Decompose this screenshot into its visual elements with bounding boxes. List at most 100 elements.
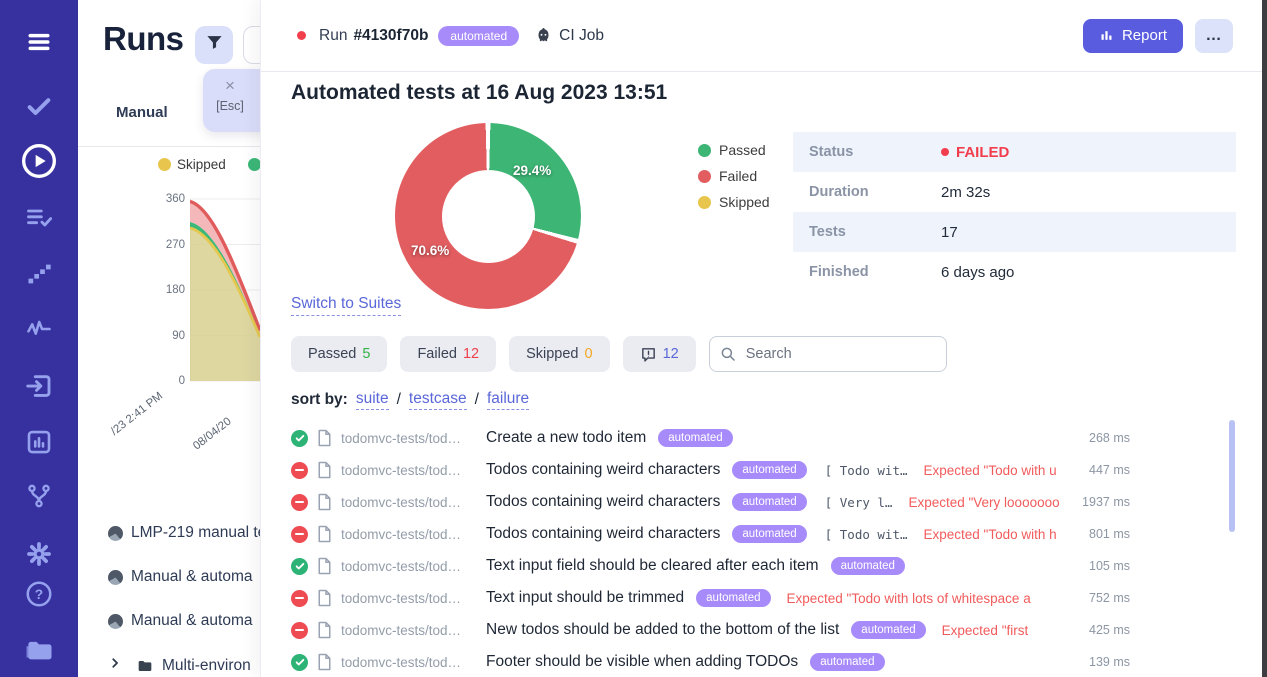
- test-title: Todos containing weird characters: [486, 493, 720, 511]
- run-status-dot: [297, 31, 306, 40]
- test-path: todomvc-tests/tod…: [341, 527, 479, 542]
- menu-icon[interactable]: [0, 28, 78, 56]
- test-path: todomvc-tests/tod…: [341, 591, 479, 606]
- test-title: Text input field should be cleared after…: [486, 557, 819, 575]
- chip-label: Failed: [417, 346, 457, 362]
- sort-by-suite-link[interactable]: suite: [356, 390, 389, 410]
- project-label: Manual & automa: [131, 568, 253, 586]
- test-path: todomvc-tests/tod…: [341, 655, 479, 670]
- test-error: Expected "Todo with lots of whitespace a: [787, 591, 1031, 606]
- list-item-project[interactable]: Manual & automa: [108, 612, 253, 630]
- test-error: Expected "Very looooooo: [908, 495, 1059, 510]
- separator: /: [475, 391, 479, 409]
- chevron-right-icon[interactable]: [108, 656, 122, 675]
- legend-item-failed: Failed: [698, 168, 770, 184]
- report-button[interactable]: Report: [1083, 19, 1183, 53]
- help-icon[interactable]: ?: [0, 579, 78, 609]
- folder-icon[interactable]: [0, 635, 78, 665]
- tab-manual[interactable]: Manual: [116, 104, 168, 121]
- test-path: todomvc-tests/tod…: [341, 559, 479, 574]
- import-icon[interactable]: [0, 371, 78, 401]
- test-row[interactable]: todomvc-tests/tod… Footer should be visi…: [291, 646, 1236, 677]
- steps-icon[interactable]: [0, 260, 78, 288]
- y-tick: 90: [155, 330, 185, 342]
- report-label: Report: [1122, 27, 1167, 44]
- search-input[interactable]: [709, 336, 947, 372]
- donut-failed-label: 70.6%: [411, 243, 449, 258]
- filter-skipped-button[interactable]: Skipped 0: [509, 336, 609, 372]
- filter-failed-button[interactable]: Failed 12: [400, 336, 496, 372]
- automated-badge: automated: [851, 621, 925, 639]
- legend-item-skipped: Skipped: [698, 194, 770, 210]
- test-tag: [ Very l…: [825, 495, 893, 510]
- automated-badge: automated: [658, 429, 732, 447]
- file-icon: [317, 589, 332, 607]
- stat-label: Tests: [793, 224, 941, 240]
- stat-row-finished: Finished 6 days ago: [793, 252, 1236, 292]
- test-duration: 425 ms: [1068, 623, 1130, 637]
- more-actions-button[interactable]: …: [1195, 19, 1233, 53]
- window-scrollbar-track[interactable]: [1262, 0, 1267, 677]
- legend-label: Passed: [719, 142, 766, 158]
- chip-count: 0: [585, 346, 593, 362]
- list-scrollbar-thumb[interactable]: [1229, 420, 1235, 532]
- test-row[interactable]: todomvc-tests/tod… Text input should be …: [291, 582, 1236, 614]
- filter-button[interactable]: [195, 26, 233, 64]
- sort-by-failure-link[interactable]: failure: [487, 390, 529, 410]
- sort-by-testcase-link[interactable]: testcase: [409, 390, 467, 410]
- chart-square-icon[interactable]: [0, 427, 78, 457]
- ci-job[interactable]: CI Job: [535, 27, 604, 45]
- close-icon[interactable]: ×: [203, 76, 257, 96]
- list-item-folder[interactable]: Multi-environ: [108, 656, 251, 675]
- test-row[interactable]: todomvc-tests/tod… Todos containing weir…: [291, 518, 1236, 550]
- passed-check-icon: [291, 654, 308, 671]
- run-title: Automated tests at 16 Aug 2023 13:51: [291, 81, 667, 105]
- trend-area-chart[interactable]: [190, 195, 260, 385]
- folder-icon: [136, 658, 154, 674]
- chip-label: Skipped: [526, 346, 578, 362]
- stat-label: Finished: [793, 264, 941, 280]
- page-title: Runs: [103, 20, 184, 58]
- y-tick: 270: [155, 239, 185, 251]
- passed-dot: [698, 144, 711, 157]
- test-path: todomvc-tests/tod…: [341, 623, 479, 638]
- test-title: Footer should be visible when adding TOD…: [486, 653, 798, 671]
- gear-icon[interactable]: [0, 539, 78, 569]
- play-circle-icon[interactable]: [0, 141, 78, 181]
- search-icon: [719, 345, 737, 368]
- run-detail-panel: Run #4130f70b automated CI Job Report … …: [260, 0, 1267, 677]
- test-list: todomvc-tests/tod… Create a new todo ite…: [291, 422, 1236, 677]
- filter-passed-button[interactable]: Passed 5: [291, 336, 387, 372]
- runs-panel: Runs × [Esc] Manual Skipped Passed 360 2…: [78, 0, 260, 677]
- file-icon: [317, 493, 332, 511]
- filter-comments-button[interactable]: 12: [623, 336, 696, 372]
- test-row[interactable]: todomvc-tests/tod… Create a new todo ite…: [291, 422, 1236, 454]
- run-id: #4130f70b: [353, 27, 428, 45]
- list-item-project[interactable]: LMP-219 manual te: [108, 524, 266, 542]
- file-icon: [317, 621, 332, 639]
- test-row[interactable]: todomvc-tests/tod… Todos containing weir…: [291, 454, 1236, 486]
- project-label: Manual & automa: [131, 612, 253, 630]
- test-row[interactable]: todomvc-tests/tod… Text input field shou…: [291, 550, 1236, 582]
- test-duration: 105 ms: [1068, 559, 1130, 573]
- test-row[interactable]: todomvc-tests/tod… New todos should be a…: [291, 614, 1236, 646]
- y-tick: 180: [155, 284, 185, 296]
- stat-value: 6 days ago: [941, 264, 1014, 281]
- results-donut-chart[interactable]: [395, 123, 581, 309]
- skipped-dot: [698, 196, 711, 209]
- donut-passed-label: 29.4%: [513, 163, 551, 178]
- list-check-icon[interactable]: [0, 204, 78, 232]
- list-item-project[interactable]: Manual & automa: [108, 568, 253, 586]
- run-header: Run #4130f70b automated CI Job Report …: [261, 0, 1267, 72]
- test-row[interactable]: todomvc-tests/tod… Todos containing weir…: [291, 486, 1236, 518]
- pie-chart-icon: [108, 526, 123, 541]
- check-icon[interactable]: [0, 92, 78, 120]
- chip-count: 12: [463, 346, 479, 362]
- test-duration: 1937 ms: [1068, 495, 1130, 509]
- stat-row-duration: Duration 2m 32s: [793, 172, 1236, 212]
- file-icon: [317, 557, 332, 575]
- activity-icon[interactable]: [0, 315, 78, 343]
- switch-to-suites-link[interactable]: Switch to Suites: [291, 295, 401, 316]
- branch-icon[interactable]: [0, 482, 78, 510]
- test-duration: 801 ms: [1068, 527, 1130, 541]
